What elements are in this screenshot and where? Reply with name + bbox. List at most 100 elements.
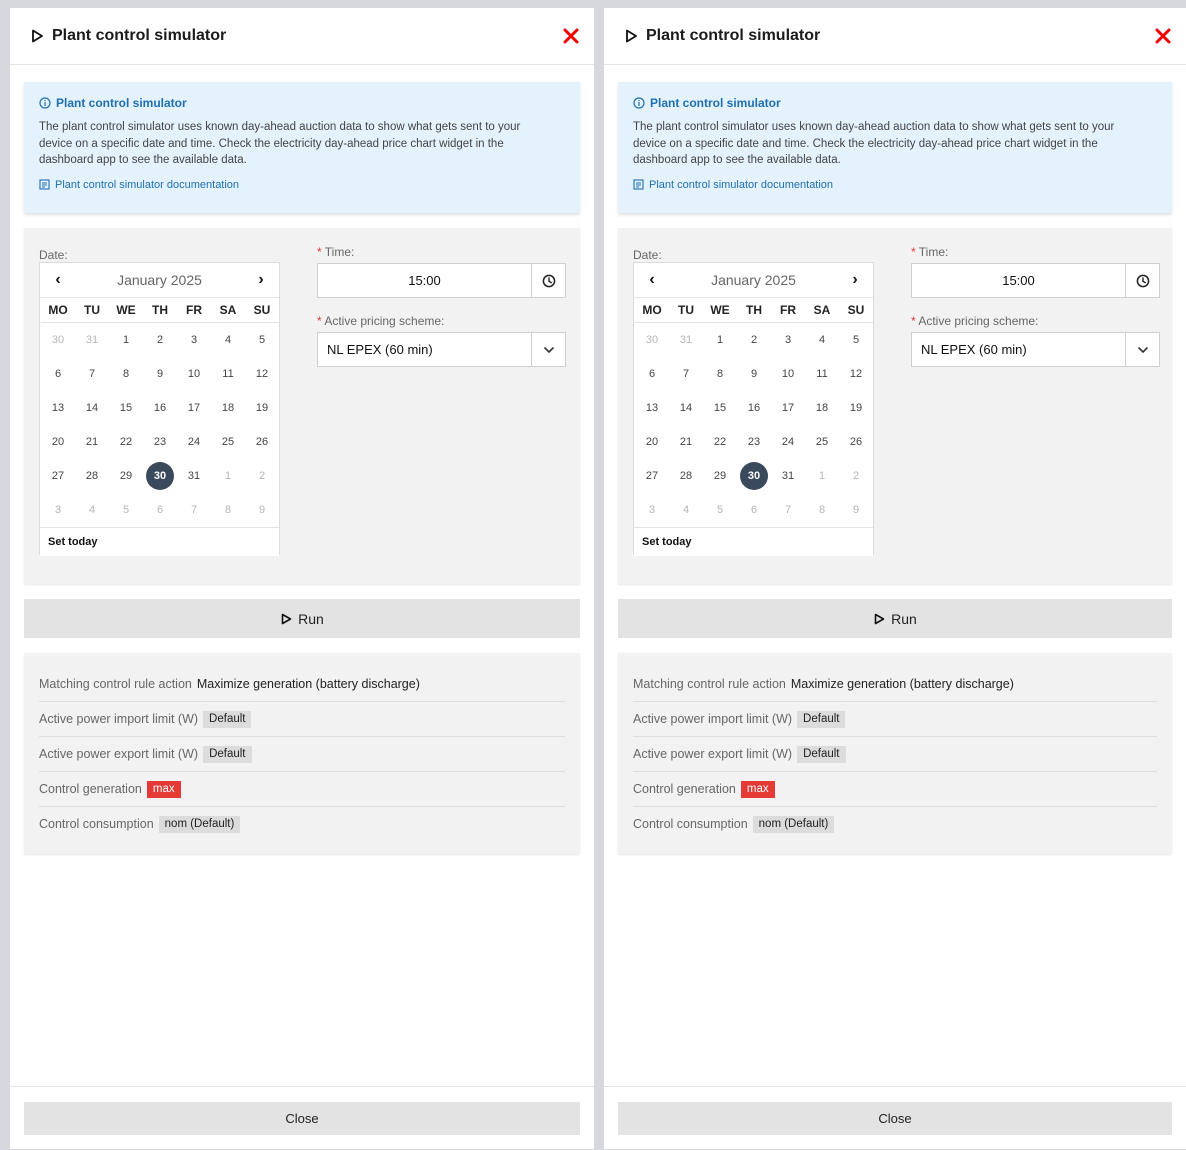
calendar-day[interactable]: 11 — [805, 357, 839, 391]
calendar-day[interactable]: 30 — [635, 323, 669, 357]
calendar-day[interactable]: 1 — [211, 459, 245, 493]
pricing-scheme-value[interactable]: NL EPEX (60 min) — [318, 333, 531, 366]
calendar-day-number[interactable]: 25 — [222, 436, 234, 448]
calendar-day[interactable]: 19 — [245, 391, 279, 425]
calendar-day-number[interactable]: 16 — [154, 402, 166, 414]
calendar-day-number[interactable]: 9 — [157, 368, 163, 380]
calendar-day[interactable]: 7 — [669, 357, 703, 391]
calendar-day[interactable]: 1 — [109, 323, 143, 357]
calendar-day[interactable]: 6 — [143, 493, 177, 527]
calendar-day-number[interactable]: 15 — [120, 402, 132, 414]
calendar-day-number[interactable]: 31 — [86, 334, 98, 346]
calendar-day-number[interactable]: 3 — [55, 504, 61, 516]
calendar-day-number[interactable]: 7 — [89, 368, 95, 380]
calendar-day-number[interactable]: 8 — [819, 504, 825, 516]
calendar-day[interactable]: 31 — [75, 323, 109, 357]
set-today-button[interactable]: Set today — [634, 527, 873, 556]
chevron-left-icon[interactable]: ‹ — [50, 271, 66, 289]
documentation-link[interactable]: Plant control simulator documentation — [39, 179, 565, 191]
calendar-day[interactable]: 31 — [177, 459, 211, 493]
calendar-day[interactable]: 23 — [737, 425, 771, 459]
calendar-day-number[interactable]: 8 — [717, 368, 723, 380]
calendar-month[interactable]: January 2025 — [117, 272, 202, 288]
calendar-day[interactable]: 10 — [177, 357, 211, 391]
calendar-day[interactable]: 25 — [211, 425, 245, 459]
calendar-day[interactable]: 14 — [669, 391, 703, 425]
calendar-day[interactable]: 4 — [75, 493, 109, 527]
calendar-day-number[interactable]: 20 — [52, 436, 64, 448]
calendar-day-number[interactable]: 18 — [222, 402, 234, 414]
pricing-scheme-value[interactable]: NL EPEX (60 min) — [912, 333, 1125, 366]
calendar-day[interactable]: 5 — [109, 493, 143, 527]
close-icon[interactable] — [1154, 27, 1172, 45]
calendar-day-number[interactable]: 21 — [680, 436, 692, 448]
calendar-day-number[interactable]: 6 — [649, 368, 655, 380]
calendar-day[interactable]: 21 — [75, 425, 109, 459]
calendar-day[interactable]: 3 — [771, 323, 805, 357]
chevron-down-icon[interactable] — [1125, 333, 1159, 366]
chevron-right-icon[interactable]: › — [253, 271, 269, 289]
calendar-day-number[interactable]: 23 — [748, 436, 760, 448]
calendar-day-number[interactable]: 9 — [259, 504, 265, 516]
run-button-label[interactable]: Run — [298, 611, 324, 627]
calendar-day[interactable]: 6 — [737, 493, 771, 527]
calendar-day[interactable]: 16 — [143, 391, 177, 425]
calendar-day-number[interactable]: 25 — [816, 436, 828, 448]
calendar-day[interactable]: 13 — [635, 391, 669, 425]
calendar-day[interactable]: 29 — [703, 459, 737, 493]
calendar-day-number[interactable]: 31 — [782, 470, 794, 482]
calendar-day-number[interactable]: 22 — [120, 436, 132, 448]
pricing-scheme-select[interactable]: NL EPEX (60 min) — [911, 332, 1160, 367]
calendar-day[interactable]: 5 — [839, 323, 873, 357]
calendar-day-number[interactable]: 7 — [785, 504, 791, 516]
calendar-day[interactable]: 4 — [805, 323, 839, 357]
calendar-day-number[interactable]: 5 — [853, 334, 859, 346]
calendar-day[interactable]: 20 — [41, 425, 75, 459]
calendar-day-number[interactable]: 18 — [816, 402, 828, 414]
calendar-day[interactable]: 26 — [245, 425, 279, 459]
calendar-day[interactable]: 1 — [703, 323, 737, 357]
run-button-label[interactable]: Run — [891, 611, 917, 627]
calendar-day-number[interactable]: 3 — [649, 504, 655, 516]
calendar-day-number[interactable]: 10 — [188, 368, 200, 380]
calendar-day[interactable]: 8 — [211, 493, 245, 527]
calendar-day[interactable]: 19 — [839, 391, 873, 425]
calendar-day[interactable]: 9 — [143, 357, 177, 391]
clock-icon[interactable] — [531, 264, 565, 297]
calendar-day[interactable]: 18 — [211, 391, 245, 425]
calendar-day-number[interactable]: 19 — [850, 402, 862, 414]
calendar-day[interactable]: 8 — [109, 357, 143, 391]
calendar-day-number[interactable]: 1 — [225, 470, 231, 482]
calendar-day-number[interactable]: 5 — [259, 334, 265, 346]
calendar-day[interactable]: 9 — [839, 493, 873, 527]
time-value[interactable]: 15:00 — [912, 264, 1125, 297]
calendar-day-number[interactable]: 27 — [52, 470, 64, 482]
calendar-day[interactable]: 27 — [635, 459, 669, 493]
calendar-day[interactable]: 14 — [75, 391, 109, 425]
calendar-day[interactable]: 17 — [177, 391, 211, 425]
calendar-day-number[interactable]: 17 — [188, 402, 200, 414]
calendar-day[interactable]: 6 — [41, 357, 75, 391]
calendar-day[interactable]: 4 — [669, 493, 703, 527]
calendar-day-number[interactable]: 6 — [751, 504, 757, 516]
calendar-day[interactable]: 7 — [75, 357, 109, 391]
chevron-down-icon[interactable] — [531, 333, 565, 366]
calendar-day-number[interactable]: 13 — [646, 402, 658, 414]
calendar-day-number[interactable]: 14 — [86, 402, 98, 414]
calendar-day-number[interactable]: 31 — [680, 334, 692, 346]
calendar-day[interactable]: 22 — [109, 425, 143, 459]
calendar-day-number[interactable]: 10 — [782, 368, 794, 380]
calendar-day-selected[interactable]: 30 — [737, 459, 771, 493]
calendar-day-number[interactable]: 14 — [680, 402, 692, 414]
run-button[interactable]: Run — [24, 599, 580, 638]
calendar-day-number[interactable]: 4 — [225, 334, 231, 346]
calendar-day[interactable]: 9 — [737, 357, 771, 391]
time-input[interactable]: 15:00 — [317, 263, 566, 298]
calendar-day[interactable]: 7 — [771, 493, 805, 527]
calendar-day[interactable]: 3 — [635, 493, 669, 527]
calendar-day[interactable]: 15 — [703, 391, 737, 425]
calendar-month[interactable]: January 2025 — [711, 272, 796, 288]
calendar-day-number[interactable]: 3 — [785, 334, 791, 346]
calendar-day-number[interactable]: 2 — [751, 334, 757, 346]
calendar-day-number[interactable]: 29 — [714, 470, 726, 482]
